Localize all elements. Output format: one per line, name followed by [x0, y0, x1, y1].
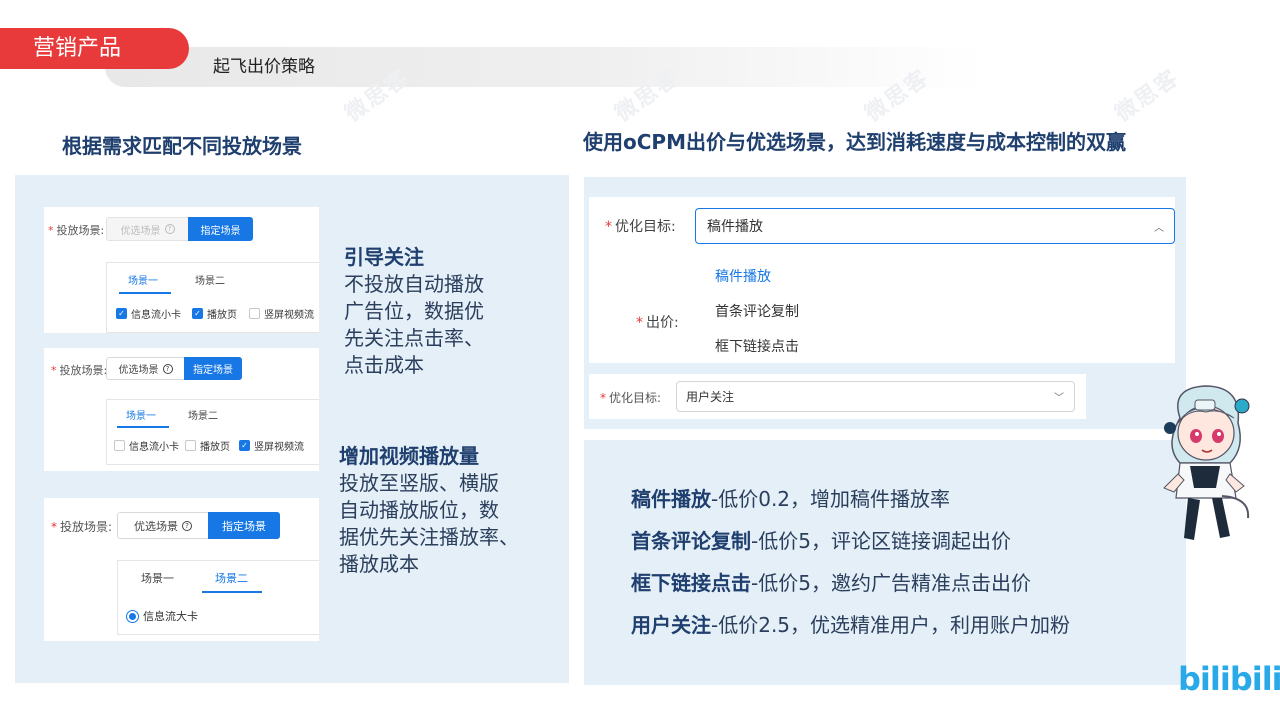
description-line: 播放成本	[339, 552, 419, 576]
description-line: 据优先关注播放率、	[339, 525, 519, 549]
active-tab-underline	[202, 591, 262, 593]
optimized-scene-button[interactable]: 优选场景?	[106, 217, 188, 241]
target-dropdown: 稿件播放 首条评论复制 框下链接点击	[695, 250, 1175, 363]
left-heading: 根据需求匹配不同投放场景	[62, 134, 302, 158]
section-tag: 营销产品	[0, 28, 189, 69]
chevron-up-icon: ︿	[1154, 222, 1164, 234]
scenario-card-3: * 投放场景: 优选场景? 指定场景 场景一 场景二 信息流大卡	[44, 498, 319, 641]
tab-scene-1[interactable]: 场景一	[128, 272, 158, 287]
check-icon: ✓	[192, 308, 203, 319]
right-heading: 使用oCPM出价与优选场景，达到消耗速度与成本控制的双赢	[583, 130, 1126, 154]
scenario-card-1: * 投放场景: 优选场景? 指定场景 场景一 场景二 ✓ 信息流小卡 ✓ 播放页 竖屏…	[44, 207, 319, 333]
dropdown-option[interactable]: 首条评论复制	[715, 301, 799, 321]
page-subtitle: 起飞出价策略	[213, 57, 315, 77]
checkbox-empty-icon	[185, 440, 196, 451]
scene-segment: 优选场景? 指定场景	[106, 217, 253, 241]
tab-scene-1[interactable]: 场景一	[126, 407, 156, 422]
scene-tabs: 场景一 场景二 ✓ 信息流小卡 ✓ 播放页 竖屏视频流	[106, 262, 319, 333]
checkbox-vertical-stream[interactable]: ✓ 竖屏视频流	[239, 438, 304, 453]
bullet-item: 用户关注-低价2.5，优选精准用户，利用账户加粉	[631, 613, 1071, 637]
scene-tabs: 场景一 场景二 信息流小卡 播放页 ✓ 竖屏视频流	[106, 399, 319, 465]
description-line: 点击成本	[344, 353, 424, 377]
bullet-item: 首条评论复制-低价5，评论区链接调起出价	[631, 529, 1011, 553]
description-line: 自动播放版位，数	[339, 498, 499, 522]
description-line: 不投放自动播放	[344, 272, 484, 296]
scene-field-label: * 投放场景:	[51, 364, 108, 377]
right-bottom-panel	[584, 440, 1186, 685]
check-icon: ✓	[116, 308, 127, 319]
optimized-scene-button[interactable]: 优选场景?	[117, 512, 208, 539]
help-icon: ?	[164, 224, 175, 234]
description-views: 增加视频播放量 投放至竖版、横版 自动播放版位，数 据优先关注播放率、 播放成本	[339, 443, 519, 578]
checkbox-play-page[interactable]: ✓ 播放页	[192, 306, 237, 321]
tab-scene-2[interactable]: 场景二	[215, 570, 248, 586]
mascot-illustration	[1163, 385, 1250, 540]
description-follow: 引导关注 不投放自动播放 广告位，数据优 先关注点击率、 点击成本	[344, 244, 484, 379]
scene-segment: 优选场景? 指定场景	[117, 512, 280, 539]
checkbox-play-page[interactable]: 播放页	[185, 438, 230, 453]
checkbox-empty-icon	[249, 308, 260, 319]
active-tab-underline	[119, 292, 171, 294]
description-line: 先关注点击率、	[344, 326, 484, 350]
specified-scene-button[interactable]: 指定场景	[188, 217, 253, 241]
specified-scene-button[interactable]: 指定场景	[208, 512, 280, 539]
bid-form-card: * 优化目标: 稿件播放 ︿ * 出价: 稿件播放 首条评论复制 框下链接点击	[589, 197, 1175, 363]
target-select-2[interactable]: 用户关注 ﹀	[676, 381, 1075, 412]
dropdown-option[interactable]: 框下链接点击	[715, 336, 799, 356]
target-form-card: * 优化目标: 用户关注 ﹀	[589, 374, 1086, 419]
bid-field-label: * 出价:	[636, 315, 679, 331]
optimized-scene-button[interactable]: 优选场景?	[106, 357, 184, 380]
tab-scene-2[interactable]: 场景二	[195, 272, 225, 287]
description-title: 引导关注	[344, 245, 424, 269]
dropdown-option[interactable]: 稿件播放	[715, 266, 771, 286]
target-field-label: * 优化目标:	[600, 391, 662, 405]
target-field-label: * 优化目标:	[605, 219, 676, 235]
check-icon: ✓	[239, 440, 250, 451]
checkbox-vertical-stream[interactable]: 竖屏视频流	[249, 306, 314, 321]
radio-selected-icon	[126, 609, 139, 623]
scenario-card-2: * 投放场景: 优选场景? 指定场景 场景一 场景二 信息流小卡 播放页 ✓ 竖屏视…	[44, 348, 319, 471]
chevron-down-icon: ﹀	[1054, 393, 1064, 404]
checkbox-empty-icon	[114, 440, 125, 451]
description-line: 广告位，数据优	[344, 299, 484, 323]
description-line: 投放至竖版、横版	[339, 471, 499, 495]
bullet-item: 稿件播放-低价0.2，增加稿件播放率	[631, 487, 951, 511]
target-select[interactable]: 稿件播放 ︿	[695, 208, 1175, 244]
help-icon: ?	[162, 363, 173, 374]
help-icon: ?	[182, 520, 192, 531]
watermark: 微思客	[1110, 65, 1185, 127]
tab-scene-2[interactable]: 场景二	[188, 407, 218, 422]
radio-feed-large[interactable]: 信息流大卡	[126, 608, 198, 624]
scene-segment: 优选场景? 指定场景	[106, 357, 242, 380]
checkbox-feed-small[interactable]: ✓ 信息流小卡	[116, 306, 181, 321]
checkbox-feed-small[interactable]: 信息流小卡	[114, 438, 179, 453]
active-tab-underline	[117, 426, 169, 428]
scene-tabs: 场景一 场景二 信息流大卡	[117, 560, 319, 635]
tab-scene-1[interactable]: 场景一	[141, 570, 174, 586]
scene-field-label: * 投放场景:	[51, 520, 113, 534]
description-title: 增加视频播放量	[339, 444, 479, 468]
specified-scene-button[interactable]: 指定场景	[184, 357, 242, 380]
scene-field-label: * 投放场景:	[48, 224, 105, 237]
bullet-item: 框下链接点击-低价5，邀约广告精准点击出价	[631, 571, 1031, 595]
bilibili-logo: bilibili	[1178, 660, 1280, 698]
